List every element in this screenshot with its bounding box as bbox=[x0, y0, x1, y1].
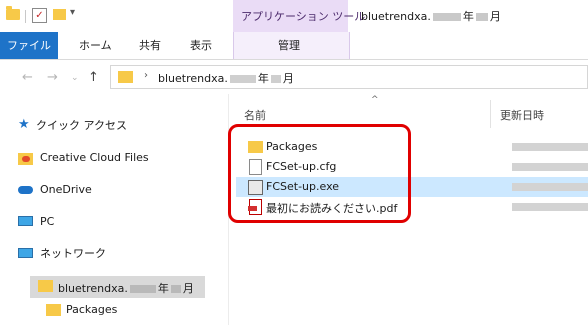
redacted-date bbox=[512, 203, 588, 211]
nav-item-label: クイック アクセス bbox=[36, 119, 127, 132]
folder-icon[interactable] bbox=[6, 6, 20, 20]
creative-cloud-icon bbox=[18, 153, 33, 165]
column-header-name[interactable]: 名前 bbox=[244, 107, 266, 123]
nav-item-quick-access[interactable]: ★ クイック アクセス bbox=[18, 116, 127, 136]
quick-access-divider bbox=[25, 10, 26, 23]
current-folder-label[interactable]: bluetrendxa. 年月 bbox=[58, 280, 194, 296]
column-divider[interactable] bbox=[490, 100, 491, 128]
nav-item-label: PC bbox=[40, 215, 55, 228]
redacted-text bbox=[270, 75, 281, 83]
forward-arrow-icon[interactable]: → bbox=[47, 70, 58, 85]
properties-icon[interactable]: ✓ bbox=[32, 8, 47, 23]
redacted-date bbox=[512, 183, 588, 191]
redacted-text bbox=[229, 75, 256, 83]
folder-icon bbox=[38, 280, 53, 292]
column-header-date[interactable]: 更新日時 bbox=[500, 107, 544, 123]
nav-item-network[interactable]: ネットワーク bbox=[18, 244, 106, 264]
annotation-highlight-box bbox=[228, 124, 411, 223]
cloud-icon bbox=[18, 186, 33, 194]
window-title: bluetrendxa. 年月 bbox=[361, 10, 501, 23]
monitor-icon bbox=[18, 216, 33, 226]
tab-file[interactable]: ファイル bbox=[0, 32, 58, 59]
nav-item-onedrive[interactable]: OneDrive bbox=[18, 180, 92, 200]
tab-manage[interactable]: 管理 bbox=[278, 32, 300, 59]
context-tab-title: アプリケーション ツール bbox=[241, 10, 366, 23]
tab-share[interactable]: 共有 bbox=[139, 32, 161, 59]
tab-home[interactable]: ホーム bbox=[79, 32, 112, 59]
tab-view[interactable]: 表示 bbox=[190, 32, 212, 59]
star-icon: ★ bbox=[18, 117, 30, 132]
recent-locations-icon[interactable]: ⌄ bbox=[71, 73, 79, 83]
nav-item-packages[interactable]: Packages bbox=[66, 303, 117, 316]
quick-access-dropdown-icon[interactable]: ▾ bbox=[70, 7, 75, 18]
nav-item-creative-cloud[interactable]: Creative Cloud Files bbox=[18, 148, 149, 168]
redacted-date bbox=[512, 163, 588, 171]
network-icon bbox=[18, 248, 33, 258]
up-arrow-icon[interactable]: ↑ bbox=[88, 70, 99, 85]
redacted-text bbox=[432, 13, 461, 21]
redacted-date bbox=[512, 143, 588, 151]
folder-icon bbox=[46, 304, 61, 316]
redacted-text bbox=[170, 285, 181, 293]
nav-item-label: OneDrive bbox=[40, 183, 92, 196]
nav-item-pc[interactable]: PC bbox=[18, 212, 54, 232]
back-arrow-icon[interactable]: ← bbox=[22, 70, 33, 85]
chevron-right-icon[interactable]: › bbox=[144, 70, 148, 81]
sort-up-icon: ^ bbox=[371, 95, 379, 105]
new-folder-icon[interactable] bbox=[53, 9, 66, 20]
redacted-text bbox=[475, 13, 488, 21]
nav-item-label: ネットワーク bbox=[40, 247, 106, 260]
redacted-text bbox=[129, 285, 156, 293]
nav-item-label: Creative Cloud Files bbox=[40, 151, 149, 164]
folder-icon bbox=[118, 71, 133, 83]
address-path[interactable]: bluetrendxa. 年月 bbox=[158, 70, 294, 86]
